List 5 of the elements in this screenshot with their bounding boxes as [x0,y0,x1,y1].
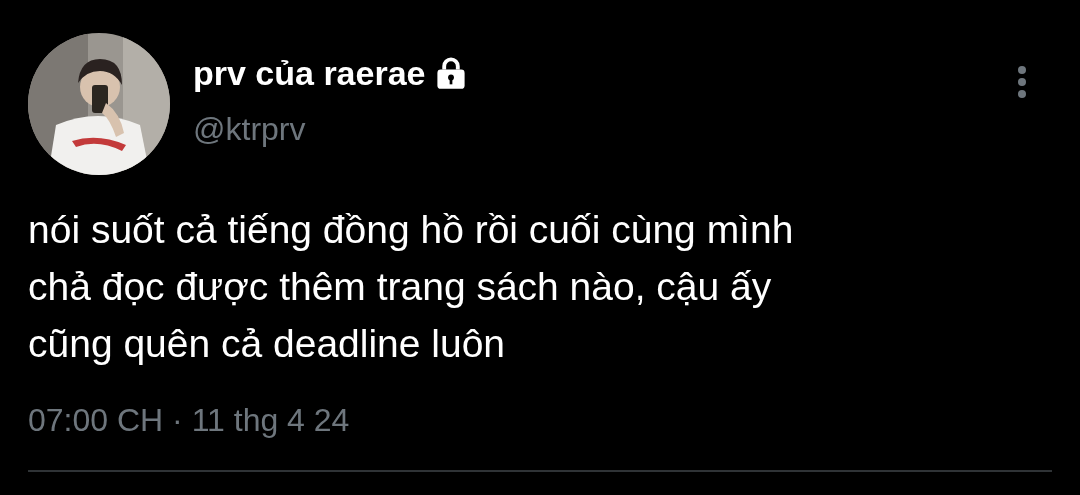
more-options-icon[interactable] [1016,65,1028,99]
display-name: prv của raerae [193,53,426,93]
user-handle: @ktrprv [193,110,306,149]
timestamp: 07:00 CH · 11 thg 4 24 [28,401,350,440]
tweet-text: nói suốt cả tiếng đồng hồ rồi cuối cùng mình chả đọc được thêm trang sách nào, cậu ấy cũng quên cả deadline luôn [28,207,795,367]
